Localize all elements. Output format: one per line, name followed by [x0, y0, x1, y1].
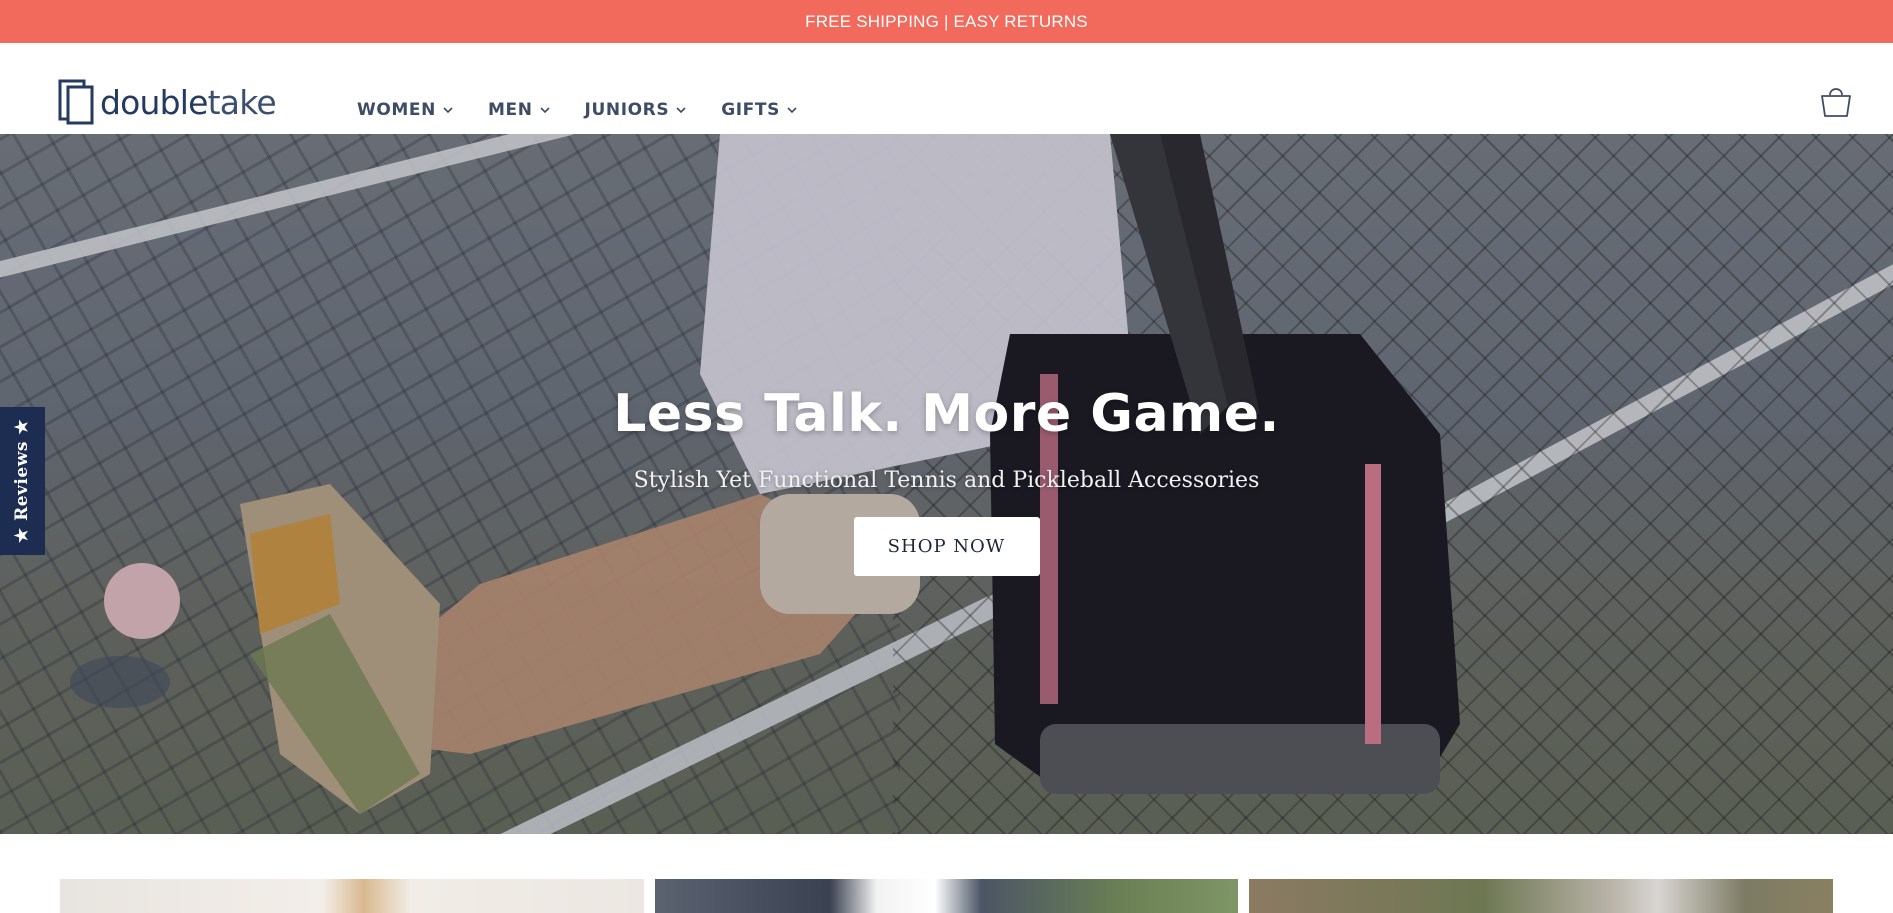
logo[interactable]: doubletake: [58, 79, 277, 125]
hero-title: Less Talk. More Game.: [613, 384, 1280, 444]
chevron-down-icon: [787, 107, 797, 114]
nav-item-men[interactable]: MEN: [488, 95, 551, 125]
nav-label-gifts: GIFTS: [721, 100, 780, 120]
chevron-down-icon: [539, 107, 550, 114]
site-header: doubletake WOMEN MEN JUNIORS GIFTS: [0, 43, 1893, 134]
shopping-bag-icon[interactable]: [1819, 83, 1853, 119]
logo-text-light: take: [207, 82, 277, 122]
hero-banner: Less Talk. More Game. Stylish Yet Functi…: [0, 134, 1893, 834]
hero-content: Less Talk. More Game. Stylish Yet Functi…: [0, 384, 1893, 576]
nav-item-gifts[interactable]: GIFTS: [721, 95, 798, 125]
nav-label-men: MEN: [487, 100, 533, 120]
nav-label-women: WOMEN: [357, 100, 436, 120]
nav-item-women[interactable]: WOMEN: [357, 95, 454, 125]
announcement-bar: FREE SHIPPING | EASY RETURNS: [0, 0, 1893, 43]
hero-subtitle: Stylish Yet Functional Tennis and Pickle…: [633, 468, 1260, 493]
category-tile[interactable]: [60, 879, 644, 913]
category-tiles: [60, 879, 1834, 913]
category-tile[interactable]: [1249, 879, 1834, 913]
logo-mark-icon: [58, 79, 94, 125]
logo-text-bold: double: [100, 82, 208, 122]
category-tile[interactable]: [654, 879, 1239, 913]
announcement-text: FREE SHIPPING | EASY RETURNS: [805, 11, 1088, 31]
shop-now-button[interactable]: SHOP NOW: [853, 517, 1040, 576]
nav-label-juniors: JUNIORS: [584, 100, 670, 120]
reviews-tab-label: ★ Reviews ★: [12, 418, 33, 544]
chevron-down-icon: [676, 107, 686, 114]
main-nav: WOMEN MEN JUNIORS GIFTS: [357, 95, 832, 125]
nav-item-juniors[interactable]: JUNIORS: [585, 95, 688, 125]
logo-text: doubletake: [100, 82, 277, 122]
chevron-down-icon: [443, 107, 453, 114]
reviews-tab[interactable]: ★ Reviews ★: [0, 407, 45, 555]
